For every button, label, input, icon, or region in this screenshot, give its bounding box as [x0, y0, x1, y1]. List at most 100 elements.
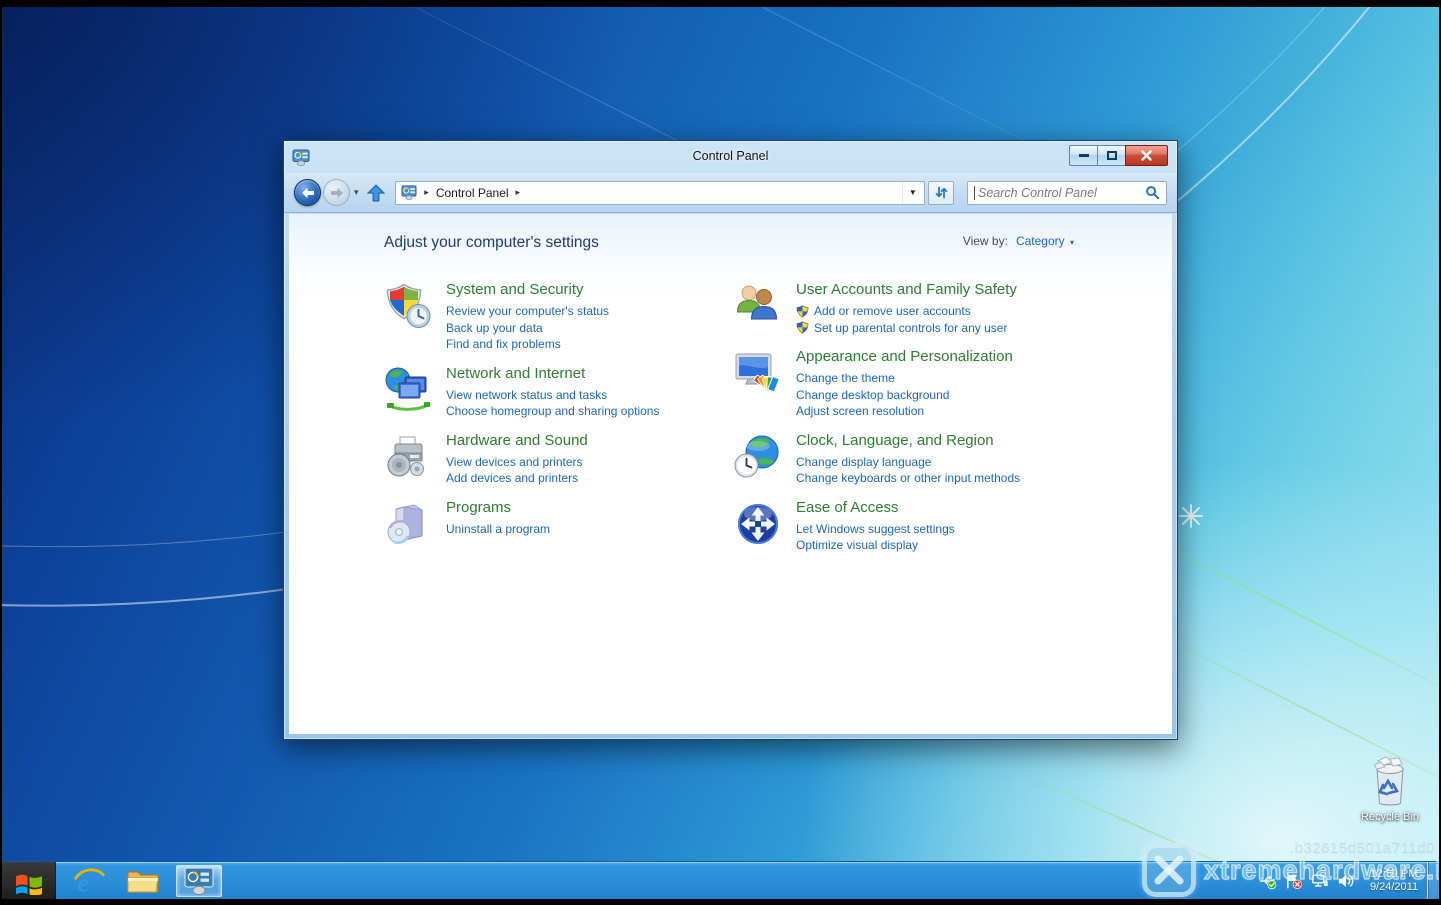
recycle-bin-label: Recycle Bin: [1354, 811, 1426, 823]
category-task-link[interactable]: Change the theme: [796, 370, 1013, 387]
view-by-dropdown[interactable]: Category ▾: [1016, 234, 1074, 248]
show-desktop-button[interactable]: [1427, 862, 1439, 899]
usb-device-tray-icon[interactable]: [1259, 872, 1277, 890]
category-title-link[interactable]: Hardware and Sound: [446, 431, 588, 451]
category-title-link[interactable]: System and Security: [446, 280, 609, 300]
text-caret: [974, 186, 975, 200]
clock-date: 9/24/2011: [1363, 881, 1425, 894]
programs-icon[interactable]: [384, 500, 432, 548]
search-input[interactable]: Search Control Panel: [967, 181, 1167, 205]
taskbar-clock[interactable]: 12:59 PM 9/24/2011: [1363, 868, 1425, 894]
category-task-link[interactable]: Choose homegroup and sharing options: [446, 403, 659, 420]
category-system-and-security: System and Security Review your computer…: [384, 280, 734, 353]
category-title-link[interactable]: Clock, Language, and Region: [796, 431, 1020, 451]
maximize-icon: [1107, 151, 1117, 160]
category-task-link[interactable]: Uninstall a program: [446, 521, 550, 538]
category-task-link[interactable]: Back up your data: [446, 320, 609, 337]
back-arrow-icon: [301, 187, 315, 199]
taskbar-internet-explorer[interactable]: e: [68, 865, 110, 897]
system-tray: 12:59 PM 9/24/2011: [1259, 862, 1425, 899]
system-security-icon[interactable]: [384, 282, 432, 330]
category-task-link[interactable]: Change keyboards or other input methods: [796, 470, 1020, 487]
hardware-sound-icon[interactable]: [384, 433, 432, 481]
category-task-link[interactable]: Let Windows suggest settings: [796, 521, 955, 538]
category-title-link[interactable]: Appearance and Personalization: [796, 347, 1013, 367]
maximize-button[interactable]: [1097, 145, 1125, 166]
category-title-link[interactable]: User Accounts and Family Safety: [796, 280, 1017, 300]
up-arrow-icon: [367, 184, 385, 202]
crumb-separator-icon: ▸: [424, 187, 429, 198]
category-ease-of-access: Ease of Access Let Windows suggest setti…: [734, 498, 1134, 554]
taskbar-control-panel-active[interactable]: [176, 865, 222, 897]
clock-language-region-icon[interactable]: [734, 433, 782, 481]
forward-arrow-icon: [330, 187, 344, 199]
category-network-and-internet: Network and Internet View network status…: [384, 364, 734, 420]
clock-time: 12:59 PM: [1363, 868, 1425, 881]
windows-logo-icon: [14, 867, 44, 895]
recycle-bin-shortcut[interactable]: Recycle Bin: [1354, 755, 1426, 823]
volume-tray-icon[interactable]: [1337, 872, 1355, 890]
refresh-button[interactable]: [928, 181, 954, 205]
close-icon: [1141, 150, 1152, 161]
category-task-link[interactable]: Add devices and printers: [446, 470, 588, 487]
recycle-bin-icon[interactable]: [1366, 755, 1414, 809]
category-task-link[interactable]: Change display language: [796, 454, 1020, 471]
ease-of-access-icon[interactable]: [734, 500, 782, 548]
category-title-link[interactable]: Programs: [446, 498, 550, 518]
build-watermark: .b32615d501a711d0: [1290, 839, 1435, 856]
category-task-link[interactable]: Set up parental controls for any user: [796, 320, 1017, 337]
category-task-link[interactable]: Adjust screen resolution: [796, 403, 1013, 420]
taskbar: e: [2, 861, 1439, 899]
uac-shield-icon: [796, 321, 809, 334]
category-task-link[interactable]: Add or remove user accounts: [796, 303, 1017, 320]
crumb-separator-icon[interactable]: ▸: [516, 187, 521, 198]
taskbar-file-explorer[interactable]: [122, 865, 164, 897]
search-placeholder: Search Control Panel: [978, 186, 1145, 200]
minimize-button[interactable]: [1069, 145, 1097, 166]
category-task-link[interactable]: View network status and tasks: [446, 387, 659, 404]
category-title-link[interactable]: Network and Internet: [446, 364, 659, 384]
user-accounts-icon[interactable]: [734, 282, 782, 330]
category-hardware-and-sound: Hardware and Sound View devices and prin…: [384, 431, 734, 487]
back-button[interactable]: [294, 179, 321, 206]
start-button[interactable]: [2, 862, 56, 899]
category-task-link[interactable]: Review your computer's status: [446, 303, 609, 320]
network-tray-icon[interactable]: [1311, 872, 1329, 890]
category-task-link[interactable]: View devices and printers: [446, 454, 588, 471]
category-user-accounts: User Accounts and Family Safety Add or r…: [734, 280, 1134, 336]
titlebar[interactable]: Control Panel: [284, 141, 1177, 173]
window-title: Control Panel: [284, 149, 1177, 163]
category-title-link[interactable]: Ease of Access: [796, 498, 955, 518]
minimize-icon: [1079, 154, 1089, 157]
page-title: Adjust your computer's settings: [384, 234, 599, 252]
control-panel-window: Control Panel: [283, 140, 1178, 740]
internet-explorer-icon: e: [73, 866, 105, 896]
close-button[interactable]: [1125, 145, 1168, 166]
category-clock-language-region: Clock, Language, and Region Change displ…: [734, 431, 1134, 487]
action-center-tray-icon[interactable]: [1285, 872, 1303, 890]
up-button[interactable]: [365, 181, 388, 205]
refresh-icon: [934, 185, 949, 200]
chevron-down-icon: ▾: [1070, 238, 1074, 247]
sparkle-decoration: [1178, 503, 1204, 529]
category-appearance: Appearance and Personalization Change th…: [734, 347, 1134, 420]
navigation-bar: ▾ ▸ Control Panel ▸ ▼: [284, 173, 1177, 213]
network-internet-icon[interactable]: [384, 366, 432, 414]
uac-shield-icon: [796, 305, 809, 318]
address-bar[interactable]: ▸ Control Panel ▸ ▼: [395, 181, 925, 205]
location-control-panel-icon: [401, 185, 417, 200]
control-panel-icon: [183, 866, 215, 896]
forward-button[interactable]: [323, 179, 350, 206]
category-task-link[interactable]: Find and fix problems: [446, 336, 609, 353]
view-by-label: View by:: [963, 234, 1008, 248]
category-programs: Programs Uninstall a program: [384, 498, 734, 548]
category-task-link[interactable]: Change desktop background: [796, 387, 1013, 404]
address-dropdown-button[interactable]: ▼: [902, 182, 922, 204]
breadcrumb-control-panel[interactable]: Control Panel: [436, 186, 509, 200]
category-task-link[interactable]: Optimize visual display: [796, 537, 955, 554]
folder-icon: [126, 867, 160, 895]
history-chevron-icon[interactable]: ▾: [354, 187, 359, 198]
desktop: Control Panel: [2, 7, 1439, 899]
search-icon[interactable]: [1145, 185, 1160, 200]
appearance-personalization-icon[interactable]: [734, 349, 782, 397]
